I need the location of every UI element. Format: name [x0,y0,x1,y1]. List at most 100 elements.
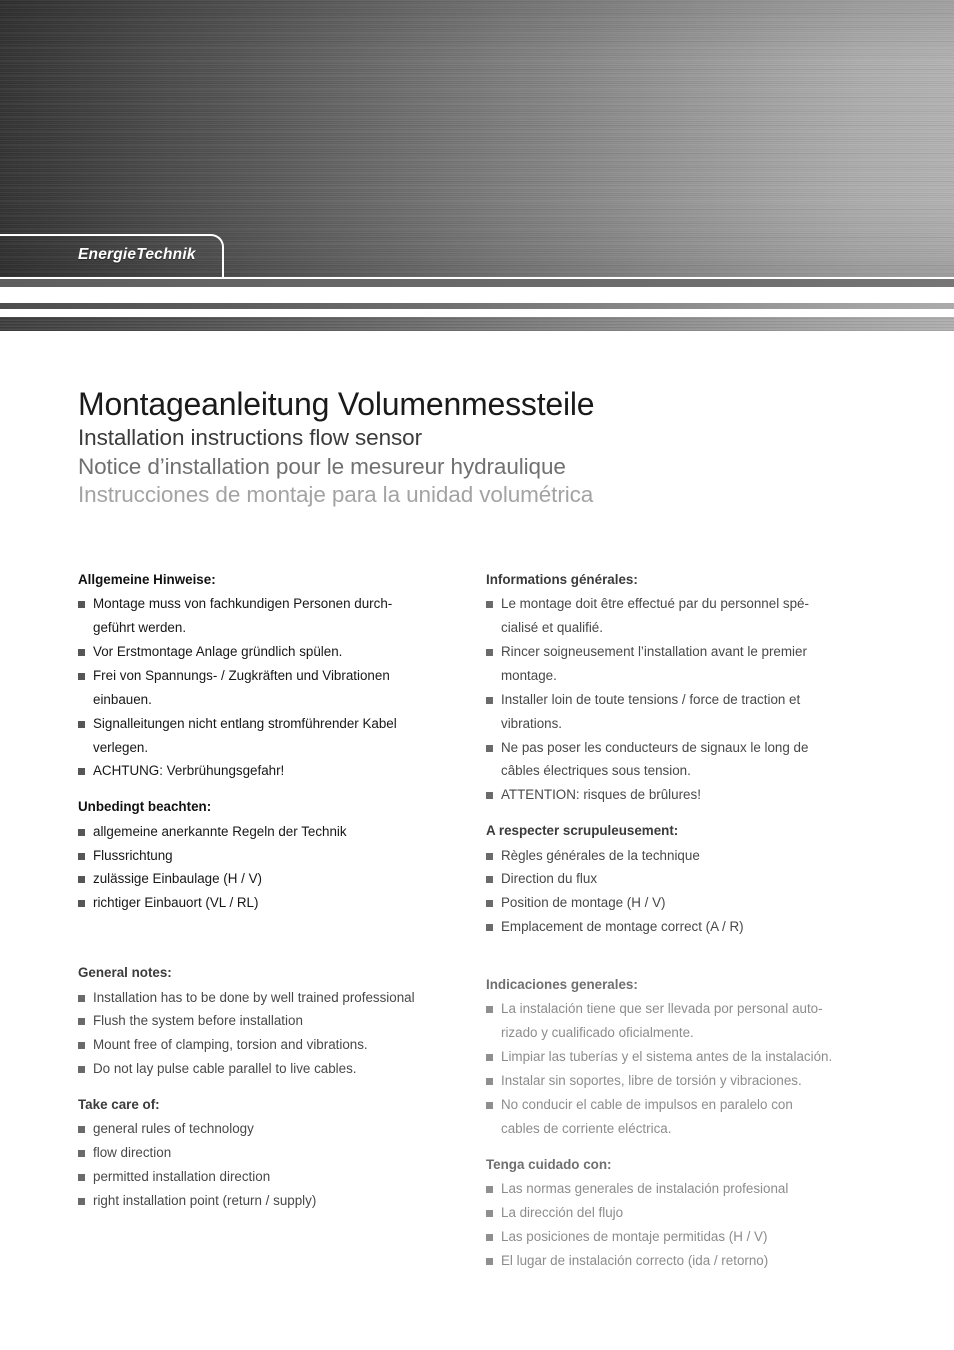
section-de-general: Allgemeine Hinweise: Montage muss von fa… [78,572,478,783]
bullet-list: Montage muss von fachkundigen Personen d… [78,592,478,783]
title-line-fr: Notice d’installation pour le mesureur h… [78,453,566,479]
bullet-list: Règles générales de la technique Directio… [486,844,886,939]
square-bullet-icon [486,1054,493,1062]
bullet-item-label: flow direction [93,1145,172,1161]
content-column-right: Informations générales: Le montage doit … [486,572,886,1288]
square-bullet-icon [486,1006,493,1014]
bullet-item-label: Installation has to be done by well trai… [93,989,415,1005]
bullet-item-label: zulässige Einbaulage (H / V) [93,871,262,887]
bullet-item: Installer loin de toute tensions / force… [486,688,886,736]
bullet-item: Do not lay pulse cable parallel to live … [78,1057,478,1081]
section-en-general: General notes: Installation has to be do… [78,965,478,1081]
bullet-item-label: Montage muss von fachkundigen Personen d… [93,596,393,636]
bullet-item-label: right installation point (return / suppl… [93,1192,317,1208]
square-bullet-icon [78,1174,85,1182]
bullet-item-label: ACHTUNG: Verbrühungsgefahr! [93,763,285,779]
bullet-item: Direction du flux [486,867,886,891]
bullet-item: flow direction [78,1141,478,1165]
bullet-item-label: Vor Erstmontage Anlage gründlich spülen. [93,644,343,660]
bullet-item: Rincer soigneusement l’installation avan… [486,640,886,688]
column-spacer [78,931,478,965]
content-column-left: Allgemeine Hinweise: Montage muss von fa… [78,572,478,1229]
bullet-item-label: permitted installation direction [93,1169,271,1185]
section-heading: A respecter scrupuleusement: [486,823,679,839]
bullet-item-label: Las posiciones de montaje permitidas (H … [501,1228,768,1244]
bullet-item: general rules of technology [78,1117,478,1141]
header-banner [0,0,954,277]
banner-vignette [0,0,954,277]
section-es-general: Indicaciones generales: La instalación t… [486,977,886,1141]
bullet-item: Position de montage (H / V) [486,891,886,915]
section-heading: Allgemeine Hinweise: [78,572,216,587]
bullet-list: Le montage doit être effectué par du per… [486,592,886,807]
section-de-takecare: Unbedingt beachten: allgemeine anerkannt… [78,799,478,915]
bullet-item-label: Flussrichtung [93,847,173,863]
square-bullet-icon [486,1077,493,1085]
page-title: Montageanleitung Volumenmessteile Instal… [78,388,798,507]
bullet-item-label: ATTENTION: risques de brûlures! [501,787,701,803]
square-bullet-icon [486,696,493,704]
bullet-item: Installation has to be done by well trai… [78,986,478,1010]
square-bullet-icon [78,900,85,908]
bullet-item-label: Signalleitungen nicht entlang stromführe… [93,715,397,755]
bullet-item: Mount free of clamping, torsion and vibr… [78,1033,478,1057]
bullet-item-label: Mount free of clamping, torsion and vibr… [93,1037,368,1053]
title-line-en: Installation instructions flow sensor [78,425,422,450]
square-bullet-icon [78,720,85,728]
section-en-takecare: Take care of: general rules of technolog… [78,1097,478,1213]
bullet-item-label: Frei von Spannungs- / Zugkräften und Vib… [93,667,390,707]
section-es-takecare: Tenga cuidado con: Las normas generales … [486,1157,886,1273]
section-heading: General notes: [78,965,172,981]
bullet-list: La instalación tiene que ser llevada por… [486,997,886,1140]
title-line-de: Montageanleitung Volumenmessteile [78,386,595,422]
bullet-list: Installation has to be done by well trai… [78,986,478,1081]
square-bullet-icon [78,1126,85,1134]
bullet-item-label: Emplacement de montage correct (A / R) [501,919,744,935]
square-bullet-icon [78,1066,85,1074]
divider-bar-top [0,279,954,287]
bullet-item: La dirección del flujo [486,1201,886,1225]
bullet-list: Las normas generales de instalación prof… [486,1177,886,1272]
square-bullet-icon [486,1185,493,1193]
bullet-list: allgemeine anerkannte Regeln der Technik… [78,820,478,915]
bullet-item: La instalación tiene que ser llevada por… [486,997,886,1045]
bullet-item: Le montage doit être effectué par du per… [486,592,886,640]
brand-logo: EnergieTechnik [78,246,196,263]
square-bullet-icon [486,852,493,860]
bullet-item: ACHTUNG: Verbrühungsgefahr! [78,759,478,783]
square-bullet-icon [78,1197,85,1205]
bullet-item: Frei von Spannungs- / Zugkräften und Vib… [78,664,478,712]
bullet-item-label: Installer loin de toute tensions / force… [501,691,801,731]
divider-bar-texture [0,317,954,331]
bullet-item: Montage muss von fachkundigen Personen d… [78,592,478,640]
square-bullet-icon [486,1257,493,1265]
section-fr-general: Informations générales: Le montage doit … [486,572,886,807]
bullet-item: Emplacement de montage correct (A / R) [486,915,886,939]
section-heading: Tenga cuidado con: [486,1156,612,1172]
bullet-item: Vor Erstmontage Anlage gründlich spülen. [78,640,478,664]
brushed-metal-texture [0,0,954,277]
bullet-item-label: Direction du flux [501,871,598,887]
section-heading: Informations générales: [486,572,638,587]
bullet-item-label: general rules of technology [93,1121,254,1137]
bullet-item: right installation point (return / suppl… [78,1189,478,1213]
bullet-item-label: La dirección del flujo [501,1204,624,1220]
square-bullet-icon [486,792,493,800]
square-bullet-icon [78,672,85,680]
square-bullet-icon [78,1042,85,1050]
bullet-item-label: Instalar sin soportes, libre de torsión … [501,1072,802,1088]
bullet-item-label: La instalación tiene que ser llevada por… [501,1001,823,1041]
square-bullet-icon [78,649,85,657]
bullet-item-label: Flush the system before installation [93,1013,303,1029]
square-bullet-icon [486,1233,493,1241]
section-heading: Indicaciones generales: [486,976,638,992]
bullet-item: Flush the system before installation [78,1009,478,1033]
square-bullet-icon [78,876,85,884]
bullet-item-label: richtiger Einbauort (VL / RL) [93,895,259,911]
bullet-item-label: Le montage doit être effectué par du per… [501,596,809,636]
square-bullet-icon [78,852,85,860]
section-fr-takecare: A respecter scrupuleusement: Règles géné… [486,823,886,939]
bullet-item: Signalleitungen nicht entlang stromführe… [78,712,478,760]
section-heading: Unbedingt beachten: [78,799,212,815]
square-bullet-icon [486,876,493,884]
